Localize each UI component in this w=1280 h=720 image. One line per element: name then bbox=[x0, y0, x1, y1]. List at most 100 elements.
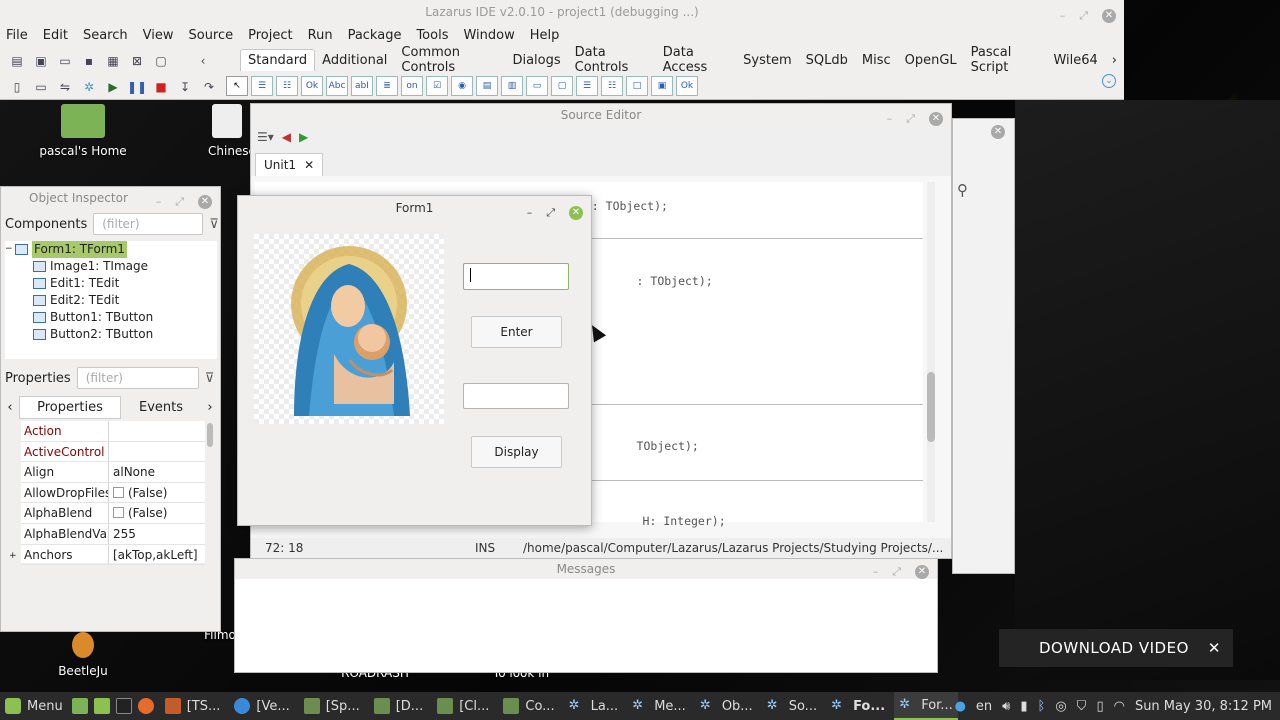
menu-file[interactable]: File bbox=[6, 28, 28, 43]
tlabel-icon[interactable]: Abc bbox=[326, 76, 348, 96]
tframe-icon[interactable]: ▣ bbox=[651, 76, 673, 96]
tcheckgroup-icon[interactable]: ☷ bbox=[601, 76, 623, 96]
clear-filter-icon[interactable]: ⊽ bbox=[209, 217, 219, 232]
search-icon[interactable]: ⚲ bbox=[957, 181, 968, 199]
menu-package[interactable]: Package bbox=[348, 28, 402, 43]
tree-item-button1[interactable]: Button1: TButton bbox=[5, 309, 217, 326]
task-item[interactable]: ✲ Ob... bbox=[695, 692, 758, 720]
files-icon[interactable] bbox=[93, 698, 110, 714]
minimize-icon[interactable]: – bbox=[156, 191, 162, 213]
property-row[interactable]: AlphaBlend (False) bbox=[21, 503, 205, 524]
chevron-right-icon[interactable]: › bbox=[1105, 50, 1124, 71]
tab-pascal-script[interactable]: Pascal Script bbox=[964, 42, 1047, 78]
close-tab-icon[interactable]: ✕ bbox=[304, 158, 314, 172]
chevron-right-icon[interactable]: › bbox=[201, 400, 219, 415]
tcheckbox-icon[interactable]: ☑ bbox=[426, 76, 448, 96]
tab-events[interactable]: Events bbox=[121, 400, 201, 415]
task-item[interactable]: [TS... bbox=[160, 692, 226, 720]
tree-item-button2[interactable]: Button2: TButton bbox=[5, 326, 217, 343]
tab-dialogs[interactable]: Dialogs bbox=[505, 50, 567, 71]
menu-search[interactable]: Search bbox=[83, 28, 128, 43]
keyboard-layout[interactable]: en bbox=[976, 699, 992, 714]
start-menu-button[interactable]: Menu bbox=[0, 692, 68, 720]
tpopupmenu-icon[interactable]: ☷ bbox=[276, 76, 298, 96]
save-all-icon[interactable]: ▦ bbox=[102, 51, 124, 71]
close-icon[interactable]: ✕ bbox=[991, 125, 1005, 139]
pointer-icon[interactable]: ↖ bbox=[226, 76, 248, 96]
tree-item-image1[interactable]: Image1: TImage bbox=[5, 258, 217, 275]
maximize-icon[interactable]: ⤢ bbox=[175, 191, 184, 213]
editor-scrollbar[interactable] bbox=[927, 182, 935, 522]
shield-icon[interactable]: ⛉ bbox=[1077, 699, 1087, 714]
tab-misc[interactable]: Misc bbox=[855, 50, 898, 71]
clipboard-icon[interactable]: ▯ bbox=[1096, 699, 1103, 714]
desktop-icon-beetleju[interactable]: BeetleJu bbox=[28, 632, 138, 678]
task-item[interactable]: ✲ So... bbox=[762, 692, 822, 720]
collapse-icon[interactable]: − bbox=[5, 241, 15, 258]
tradiogroup-icon[interactable]: ☰ bbox=[576, 76, 598, 96]
tbutton-icon[interactable]: Ok bbox=[301, 76, 323, 96]
jump-list-icon[interactable]: ☰▾ bbox=[257, 130, 274, 144]
tab-wile64[interactable]: Wile64 bbox=[1046, 50, 1104, 71]
tpanel-icon[interactable]: □ bbox=[626, 76, 648, 96]
task-item[interactable]: [Ve... bbox=[229, 692, 294, 720]
stop-icon[interactable]: ■ bbox=[150, 77, 172, 97]
tab-opengl[interactable]: OpenGL bbox=[898, 50, 964, 71]
maximize-icon[interactable]: ⤢ bbox=[1079, 4, 1088, 28]
download-video-overlay[interactable]: DOWNLOAD VIDEO ✕ bbox=[999, 629, 1233, 667]
property-scrollbar[interactable] bbox=[207, 423, 213, 447]
show-desktop-icon[interactable] bbox=[71, 698, 88, 714]
new-form-icon[interactable]: ▣ bbox=[30, 51, 52, 71]
tab-properties[interactable]: Properties bbox=[19, 395, 121, 419]
save-icon[interactable]: ▪ bbox=[78, 51, 100, 71]
checkbox[interactable] bbox=[113, 486, 124, 498]
tab-common-controls[interactable]: Common Controls bbox=[394, 42, 505, 78]
tab-data-controls[interactable]: Data Controls bbox=[568, 42, 656, 78]
property-row[interactable]: Anchors [akTop,akLeft] bbox=[21, 544, 205, 566]
task-item[interactable]: ✲ La... bbox=[564, 692, 624, 720]
minimize-icon[interactable]: – bbox=[527, 201, 533, 225]
browser-tray-icon[interactable]: ● bbox=[955, 699, 966, 714]
clock[interactable]: Sun May 30, 8:12 PM bbox=[1135, 699, 1272, 714]
task-item[interactable]: ✲ Fo... bbox=[826, 692, 890, 720]
chevron-left-icon[interactable]: ‹ bbox=[1, 400, 19, 415]
property-row[interactable]: AllowDropFiles (False) bbox=[21, 482, 205, 504]
terminal-icon[interactable] bbox=[115, 698, 132, 714]
step-into-icon[interactable]: ↧ bbox=[174, 77, 196, 97]
tab-sqldb[interactable]: SQLdb bbox=[799, 50, 855, 71]
tscrollbar-icon[interactable]: ▭ bbox=[526, 76, 548, 96]
maximize-icon[interactable]: ⤢ bbox=[892, 562, 901, 582]
tab-additional[interactable]: Additional bbox=[315, 50, 394, 71]
tree-item-edit2[interactable]: Edit2: TEdit bbox=[5, 292, 217, 309]
close-file-icon[interactable]: ⊠ bbox=[126, 51, 148, 71]
edit2-input[interactable] bbox=[463, 383, 569, 409]
menu-edit[interactable]: Edit bbox=[43, 28, 68, 43]
pause-icon[interactable]: ❚❚ bbox=[126, 77, 148, 97]
toggle-form-icon[interactable]: ⇋ bbox=[54, 77, 76, 97]
desktop-icon-home[interactable]: pascal's Home bbox=[28, 104, 138, 158]
tlistbox-icon[interactable]: ▤ bbox=[476, 76, 498, 96]
close-icon[interactable]: ✕ bbox=[569, 206, 583, 220]
edit1-input[interactable] bbox=[463, 263, 569, 290]
menu-tools[interactable]: Tools bbox=[416, 28, 448, 43]
maximize-icon[interactable]: ⤢ bbox=[546, 201, 555, 225]
menu-view[interactable]: View bbox=[143, 28, 174, 43]
palette-scroll-icon[interactable]: ⌄ bbox=[1102, 74, 1116, 88]
task-item[interactable]: ✲ Me... bbox=[627, 692, 691, 720]
open-icon[interactable]: ▭ bbox=[54, 51, 76, 71]
ttogglebox-icon[interactable]: on bbox=[401, 76, 423, 96]
menu-project[interactable]: Project bbox=[248, 28, 292, 43]
close-icon[interactable]: ✕ bbox=[929, 112, 943, 126]
step-over-icon[interactable]: ↷ bbox=[198, 77, 220, 97]
volume-icon[interactable]: 🔊︎ bbox=[1002, 699, 1010, 714]
minimize-icon[interactable]: – bbox=[887, 108, 893, 130]
task-item[interactable]: [Sp... bbox=[299, 692, 365, 720]
tmainmenu-icon[interactable]: ☰ bbox=[251, 76, 273, 96]
tradiobutton-icon[interactable]: ◉ bbox=[451, 76, 473, 96]
tedit-icon[interactable]: abI bbox=[351, 76, 373, 96]
display-button[interactable]: Display bbox=[471, 436, 562, 468]
new-unit-icon[interactable]: ▤ bbox=[6, 51, 28, 71]
property-row[interactable]: ActiveControl bbox=[21, 441, 205, 463]
task-item[interactable]: [D... bbox=[369, 692, 428, 720]
tab-data-access[interactable]: Data Access bbox=[656, 42, 736, 78]
